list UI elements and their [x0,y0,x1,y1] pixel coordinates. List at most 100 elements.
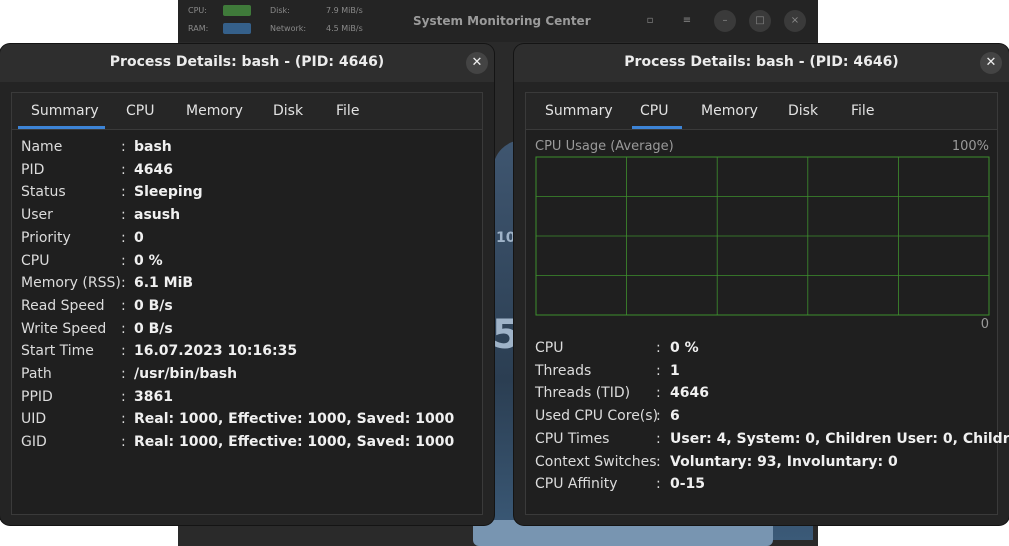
detail-separator: : [121,320,126,337]
detail-label: PPID [21,388,53,405]
detail-separator: : [656,430,661,447]
tab-memory[interactable]: Memory [186,103,243,119]
tab-cpu[interactable]: CPU [126,103,154,119]
dialog-titlebar: Process Details: bash - (PID: 4646) ✕ [514,44,1009,82]
cpu-chart-max-label: 100% [951,139,989,154]
bg-ram-label: RAM: [188,24,209,33]
detail-separator: : [121,434,126,451]
detail-value: asush [134,207,181,224]
main-window-title: System Monitoring Center [413,14,591,28]
bg-minimize-button[interactable]: – [714,10,736,32]
bg-disk-label: Disk: [270,6,290,15]
dialog-titlebar: Process Details: bash - (PID: 4646) ✕ [0,44,494,82]
detail-value: 0-15 [670,476,706,493]
detail-value: 0 % [134,252,163,269]
bg-cpu-bar [223,5,251,16]
detail-value: Sleeping [134,184,203,201]
close-icon: ✕ [985,55,997,70]
detail-value: Real: 1000, Effective: 1000, Saved: 1000 [134,411,455,428]
detail-label: Threads (TID) [535,385,631,402]
detail-separator: : [121,297,126,314]
detail-separator: : [121,388,126,405]
detail-separator: : [656,453,661,470]
detail-value: 0 % [670,340,699,356]
detail-separator: : [656,385,661,402]
detail-separator: : [656,408,661,425]
tab-summary[interactable]: Summary [545,103,613,119]
detail-value: 0 [134,229,144,246]
detail-value: User: 4, System: 0, Children User: 0, Ch… [670,430,1009,447]
active-tab-indicator [18,126,105,129]
detail-value: bash [134,139,172,155]
bg-network-label: Network: [270,24,307,33]
tab-bar: Summary CPU Memory Disk File [12,93,482,130]
close-icon: ✕ [471,55,483,70]
detail-separator: : [121,343,126,360]
detail-value: Voluntary: 93, Involuntary: 0 [670,453,898,470]
detail-label: User [21,207,53,224]
tab-disk[interactable]: Disk [788,103,818,119]
tab-file[interactable]: File [851,103,874,119]
detail-separator: : [121,229,126,246]
detail-label: PID [21,161,45,178]
bg-network-value: 4.5 MiB/s [326,24,363,33]
tab-cpu[interactable]: CPU [640,103,668,119]
tab-bar: Summary CPU Memory Disk File [526,93,997,130]
main-window-headerbar: CPU: RAM: Disk: 7.9 MiB/s Network: 4.5 M… [178,0,818,42]
detail-value: 6.1 MiB [134,275,194,292]
detail-separator: : [121,139,126,155]
tab-summary[interactable]: Summary [31,103,99,119]
detail-label: Memory (RSS) [21,275,121,292]
detail-label: CPU Affinity [535,476,618,493]
detail-value: Real: 1000, Effective: 1000, Saved: 1000 [134,434,455,451]
tab-file[interactable]: File [336,103,359,119]
close-button[interactable]: ✕ [466,52,488,74]
detail-label: Read Speed [21,297,105,314]
bg-cpu-label: CPU: [188,6,207,15]
detail-label: Path [21,366,52,382]
cpu-usage-chart [535,156,990,316]
detail-value: 4646 [670,385,709,402]
detail-value: 6 [670,408,680,425]
close-button[interactable]: ✕ [980,52,1002,74]
bg-disk-value: 7.9 MiB/s [326,6,363,15]
detail-value: 4646 [134,161,173,178]
bg-save-icon[interactable]: ▫ [641,12,659,30]
tab-disk[interactable]: Disk [273,103,303,119]
detail-label: CPU [21,252,50,269]
detail-separator: : [121,411,126,428]
cpu-chart-title: CPU Usage (Average) [535,139,674,154]
details-panel: Summary CPU Memory Disk File CPU Usage (… [525,92,1009,515]
detail-value: 1 [670,362,680,379]
detail-separator: : [656,476,661,493]
detail-label: Start Time [21,343,94,360]
detail-separator: : [656,340,661,356]
bg-maximize-button[interactable]: □ [749,10,771,32]
detail-label: Context Switches [535,453,657,470]
tab-memory[interactable]: Memory [701,103,758,119]
bg-partial-number: 10 [496,230,516,246]
detail-label: Write Speed [21,320,107,337]
detail-label: Status [21,184,66,201]
detail-separator: : [121,252,126,269]
detail-value: /usr/bin/bash [134,366,238,382]
detail-separator: : [121,275,126,292]
detail-label: UID [21,411,47,428]
detail-label: GID [21,434,47,451]
detail-separator: : [121,161,126,178]
process-details-dialog-summary: Process Details: bash - (PID: 4646) ✕ Su… [0,44,494,525]
detail-label: CPU Times [535,430,610,447]
dialog-title: Process Details: bash - (PID: 4646) [109,54,385,70]
bg-menu-icon[interactable]: ≡ [678,12,696,30]
cpu-chart-min-label: 0 [980,317,989,332]
bg-ram-bar [223,23,251,34]
detail-label: Threads [535,362,592,379]
detail-separator: : [121,207,126,224]
detail-value: 0 B/s [134,320,173,337]
dialog-title: Process Details: bash - (PID: 4646) [624,54,899,70]
detail-label: CPU [535,340,564,356]
detail-value: 0 B/s [134,297,173,314]
bg-close-button[interactable]: × [784,10,806,32]
detail-value: 3861 [134,388,173,405]
detail-separator: : [656,362,661,379]
